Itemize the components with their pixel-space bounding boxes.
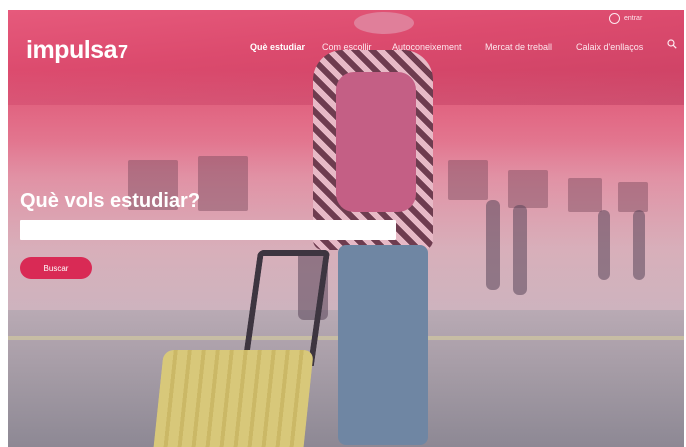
background-person	[598, 210, 610, 280]
train-window	[568, 178, 602, 212]
hero-title: Què vols estudiar?	[20, 190, 201, 212]
nav-autoconeixement[interactable]: Autoconeixement	[392, 42, 462, 52]
train-window	[508, 170, 548, 208]
nav-mercat-de-treball[interactable]: Mercat de treball	[485, 42, 552, 52]
nav-com-escollir[interactable]: Com escollir	[322, 42, 372, 52]
nav-calaix-enllacos[interactable]: Calaix d'enllaços	[576, 42, 643, 52]
background-person	[513, 205, 527, 295]
train-window	[448, 160, 488, 200]
traveler-legs	[338, 245, 428, 445]
login-link[interactable]: entrar	[609, 13, 642, 24]
background-person	[633, 210, 645, 280]
impulsa-logo[interactable]: impulsa7	[26, 36, 128, 65]
suitcase	[152, 350, 314, 447]
train-window	[198, 156, 248, 211]
traveler-backpack	[336, 72, 416, 212]
user-icon	[609, 13, 620, 24]
hero-background: impulsa7 Què estudiar Com escollir Autoc…	[8, 10, 684, 447]
nav-que-estudiar[interactable]: Què estudiar	[250, 42, 305, 52]
login-label: entrar	[624, 15, 643, 22]
search-input[interactable]	[20, 220, 396, 240]
search-icon[interactable]	[667, 39, 677, 49]
background-person	[486, 200, 500, 290]
traveler-hat	[354, 12, 414, 34]
search-button[interactable]: Buscar	[20, 257, 92, 279]
train-window	[618, 182, 648, 212]
